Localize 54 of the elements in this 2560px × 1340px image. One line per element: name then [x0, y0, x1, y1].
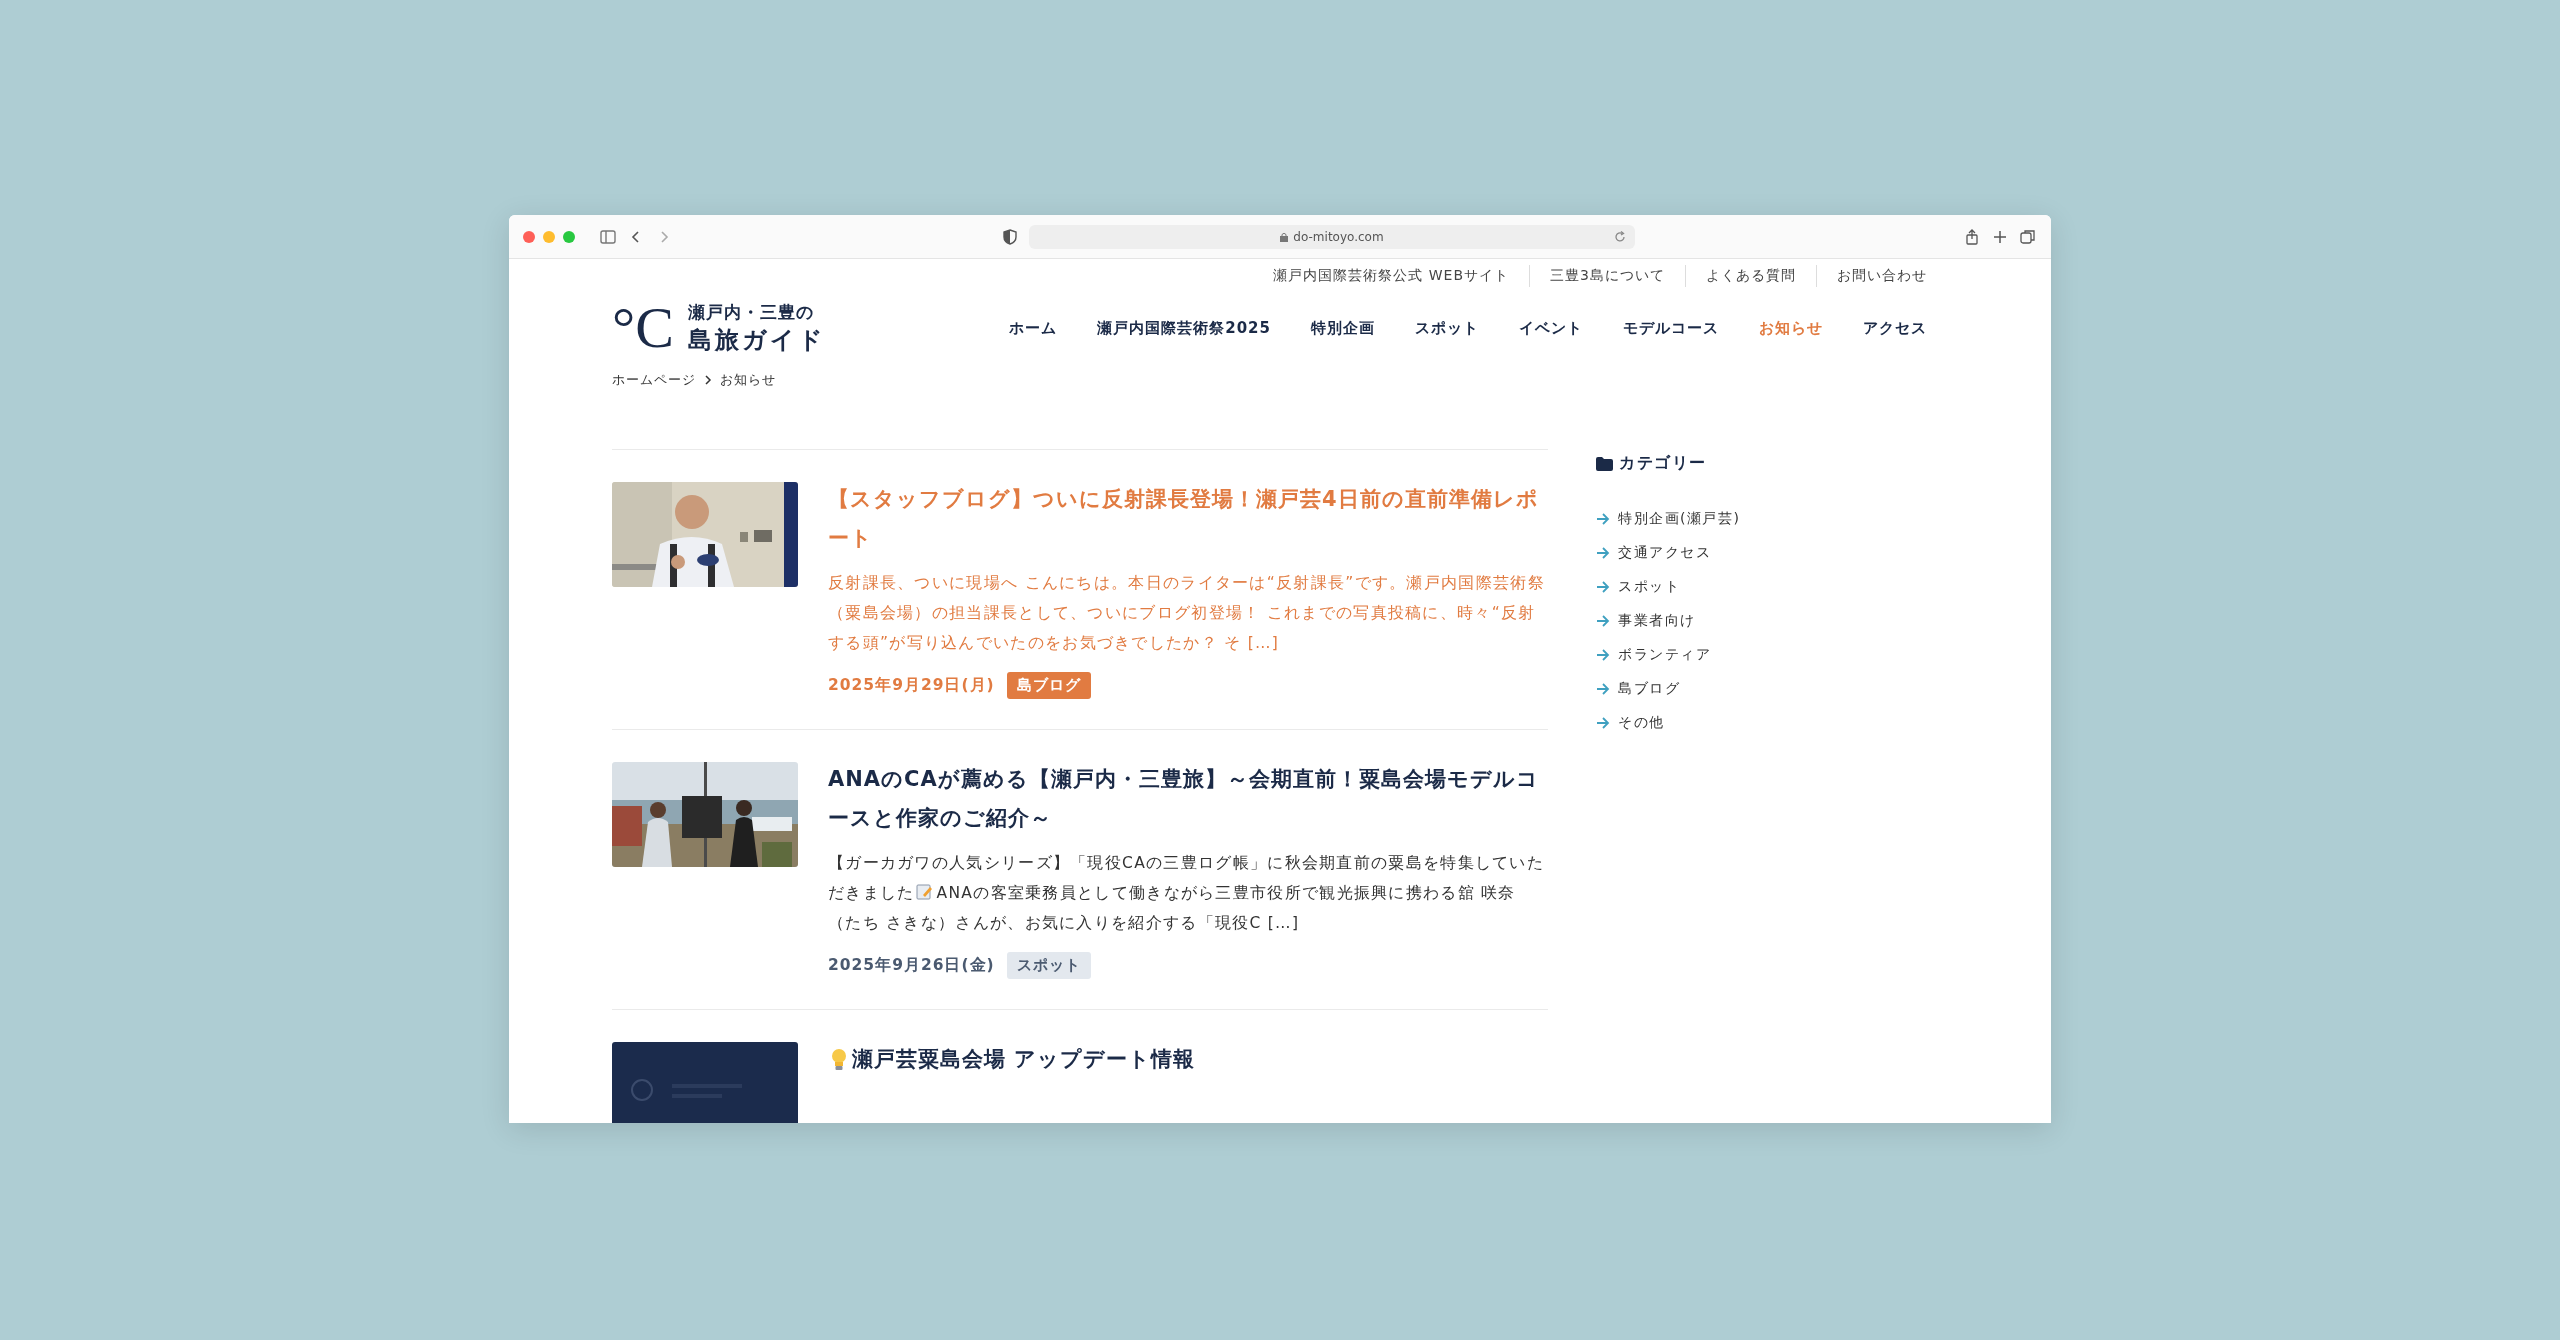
arrow-icon [1596, 649, 1610, 661]
category-link[interactable]: スポット [1618, 578, 1680, 596]
nav-link[interactable]: モデルコース [1623, 318, 1719, 338]
arrow-icon [1596, 615, 1610, 627]
category-link[interactable]: 交通アクセス [1618, 544, 1711, 562]
logo-title[interactable]: 島旅ガイド [687, 323, 826, 356]
nav-link[interactable]: ホーム [1009, 318, 1058, 338]
zoom-icon[interactable] [563, 230, 575, 243]
excerpt-line: 【ガーカガワの人気シリーズ】「現役CAの三豊ログ帳」に秋会期直前の粟島を特集していた [828, 854, 1545, 872]
nav-link[interactable]: アクセス [1863, 318, 1927, 338]
sidebar-heading: カテゴリー [1619, 453, 1707, 474]
excerpt-line: ANAの客室乗務員として働きながら三豊市役所で観光振興に携わる舘 咲奈 [936, 884, 1516, 902]
close-icon[interactable] [523, 230, 535, 243]
breadcrumb-link[interactable]: ホームページ [612, 371, 696, 389]
category-link[interactable]: 特別企画(瀬戸芸) [1618, 510, 1741, 528]
post-date: 2025年9月29日(月) [828, 675, 995, 696]
nav-link[interactable]: 特別企画 [1311, 318, 1375, 338]
folder-icon [1596, 456, 1613, 471]
category-link[interactable]: 事業者向け [1618, 612, 1696, 630]
utility-link[interactable]: よくある質問 [1685, 265, 1816, 287]
arrow-icon [1596, 547, 1610, 559]
arrow-icon [1596, 513, 1610, 525]
arrow-icon [1596, 717, 1610, 729]
arrow-icon [1596, 683, 1610, 695]
excerpt-line: だきました [828, 884, 915, 902]
utility-link[interactable]: お問い合わせ [1816, 265, 1927, 287]
chevron-icon [704, 375, 712, 385]
arrow-icon [1596, 581, 1610, 593]
post-title[interactable]: ANAのCAが薦める【瀬戸内・三豊旅】～会期直前！粟島会場モデルコースと作家のご紹介～ [828, 760, 1548, 838]
logo-subtitle[interactable]: 瀬戸内・三豊の [687, 300, 826, 324]
url-text: do-mitoyo.com [1293, 229, 1384, 244]
utility-link[interactable]: 三豊3島について [1529, 265, 1685, 287]
excerpt-line: （たち さきな）さんが、お気に入りを紹介する「現役C […] [828, 914, 1300, 932]
category-link[interactable]: ボランティア [1618, 646, 1711, 664]
reload-icon[interactable] [1613, 229, 1627, 244]
logo-mark[interactable]: °C [612, 299, 674, 357]
sidebar-icon[interactable] [599, 227, 617, 246]
nav-link[interactable]: スポット [1415, 318, 1479, 338]
post-date: 2025年9月26日(金) [828, 955, 995, 976]
address-bar[interactable]: do-mitoyo.com [1029, 224, 1635, 249]
breadcrumb-link[interactable]: お知らせ [720, 371, 776, 389]
tabs-icon[interactable] [2019, 227, 2037, 246]
category-link[interactable]: その他 [1618, 714, 1665, 732]
nav-link[interactable]: イベント [1519, 318, 1583, 338]
post-title[interactable]: 瀬戸芸粟島会場 アップデート情報 [852, 1040, 1196, 1079]
shield-icon[interactable] [1001, 227, 1019, 246]
share-icon[interactable] [1963, 227, 1981, 246]
lock-icon [1280, 231, 1289, 242]
post-excerpt: 反射課長、ついに現場へ こんにちは。本日のライターは“反射課長”です。瀬戸内国際芸術祭（粟島会場）の担当課長として、ついにブログ初登場！ これまでの写真投稿に、時々“反射する頭”が写り込んでいたのをお気づきでしたか？ そ […] [828, 574, 1545, 652]
utility-link[interactable]: 瀬戸内国際芸術祭公式 WEBサイト [1253, 265, 1530, 287]
memo-icon [914, 883, 933, 901]
category-link[interactable]: 島ブログ [1618, 680, 1680, 698]
nav-link[interactable]: 瀬戸内国際芸術祭2025 [1097, 318, 1271, 338]
category-tag[interactable]: スポット [1006, 952, 1091, 979]
